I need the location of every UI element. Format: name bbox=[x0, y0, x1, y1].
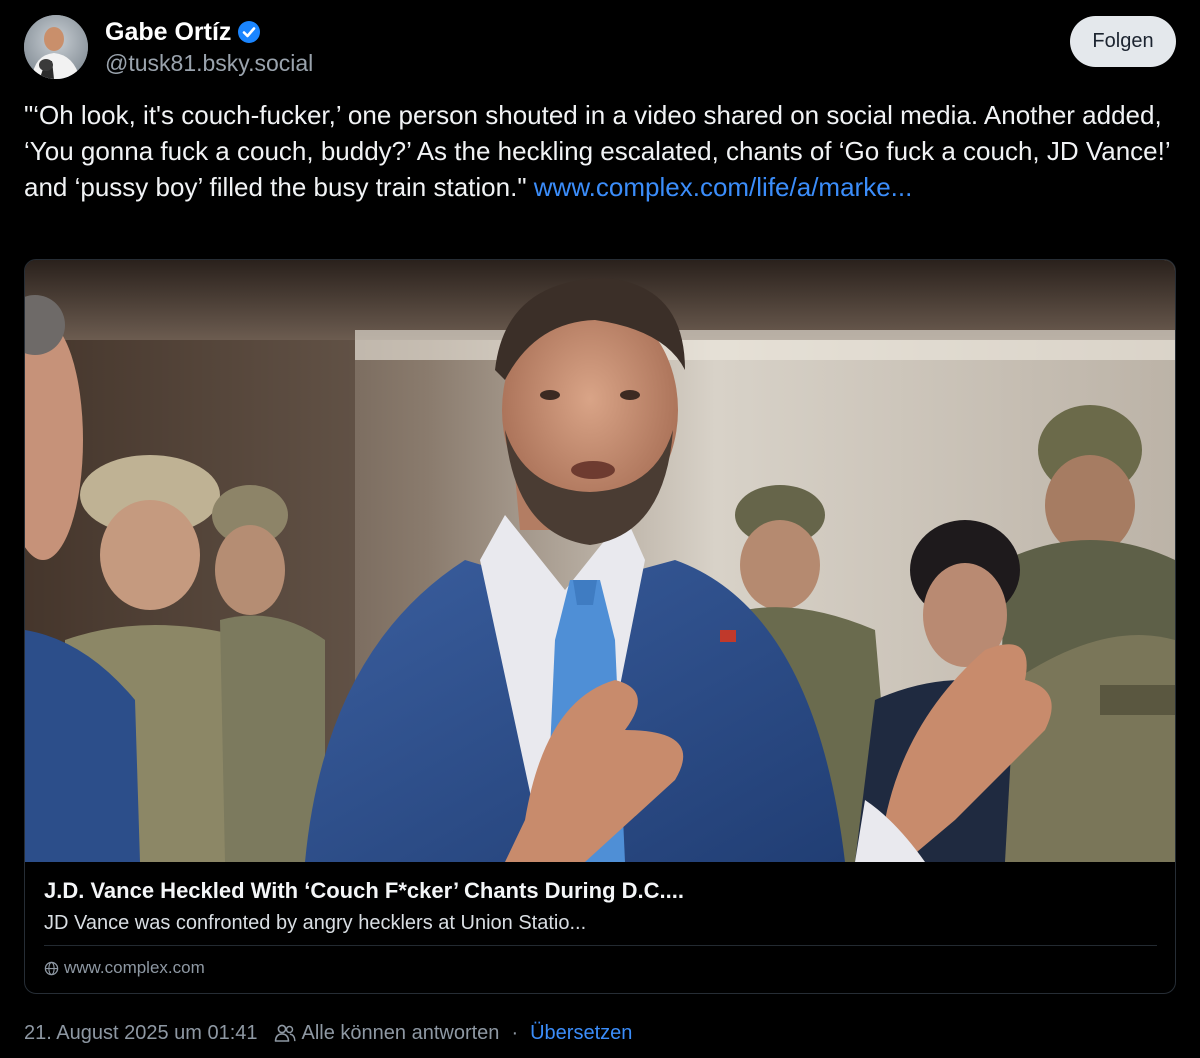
embed-description: JD Vance was confronted by angry heckler… bbox=[44, 912, 587, 934]
follow-button[interactable]: Folgen bbox=[1070, 16, 1176, 67]
globe-icon bbox=[44, 961, 59, 975]
link-embed-card[interactable]: J.D. Vance Heckled With ‘Couch F*cker’ C… bbox=[24, 259, 1176, 994]
post-text: "‘Oh look, it's couch-fucker,’ one perso… bbox=[24, 97, 1184, 205]
post-link[interactable]: www.complex.com/life/a/marke... bbox=[534, 172, 913, 202]
people-icon bbox=[274, 1024, 296, 1042]
author-name-row: Gabe Ortíz bbox=[105, 16, 261, 48]
author-handle[interactable]: @tusk81.bsky.social bbox=[105, 48, 313, 78]
verified-badge-icon bbox=[238, 21, 261, 43]
embed-domain: www.complex.com bbox=[64, 958, 205, 977]
footer-separator: · bbox=[511, 1022, 519, 1044]
avatar[interactable] bbox=[24, 15, 88, 79]
post-container: Gabe Ortíz @tusk81.bsky.social Folgen "‘… bbox=[0, 0, 1200, 1058]
post-timestamp[interactable]: 21. August 2025 um 01:41 bbox=[24, 1019, 258, 1047]
embed-title[interactable]: J.D. Vance Heckled With ‘Couch F*cker’ C… bbox=[44, 877, 1154, 905]
author-display-name[interactable]: Gabe Ortíz bbox=[105, 16, 231, 48]
embed-image bbox=[25, 260, 1175, 862]
translate-link[interactable]: Übersetzen bbox=[530, 1019, 632, 1047]
embed-divider bbox=[44, 945, 1157, 946]
embed-domain-row: www.complex.com bbox=[44, 957, 205, 979]
avatar-photo bbox=[24, 15, 88, 79]
post-footer: 21. August 2025 um 01:41 Alle können ant… bbox=[24, 1019, 632, 1047]
reply-setting[interactable]: Alle können antworten bbox=[302, 1019, 500, 1047]
